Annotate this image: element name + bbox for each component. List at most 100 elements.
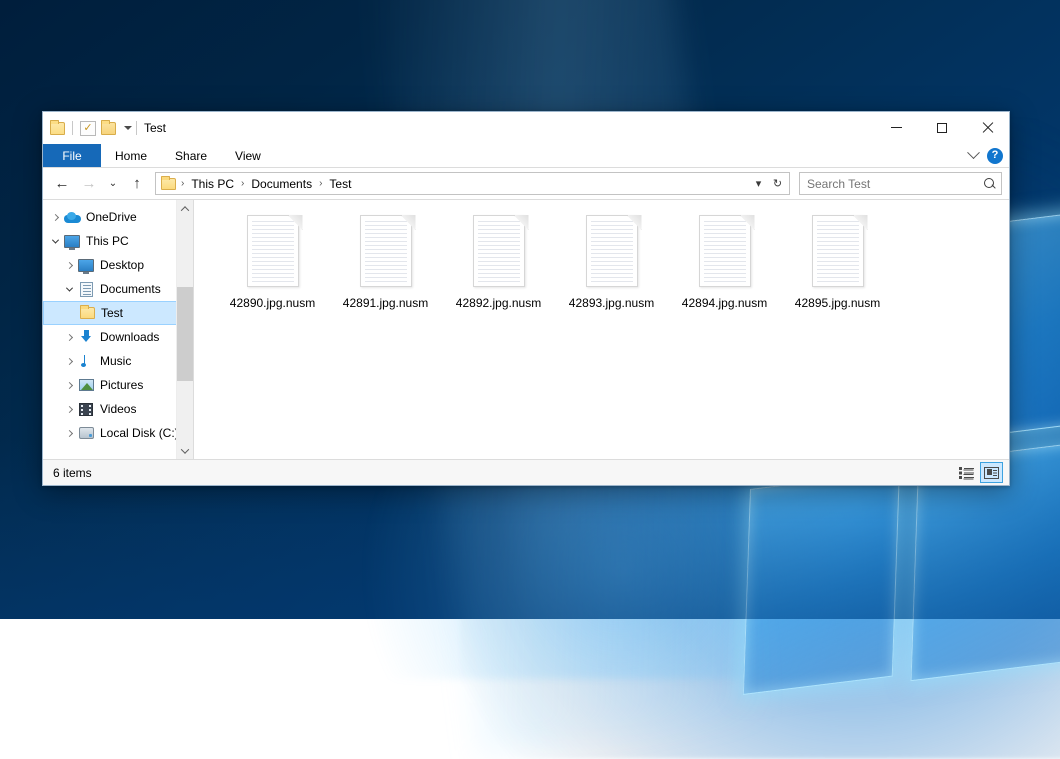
search-input[interactable] xyxy=(807,177,983,191)
file-name-label: 42891.jpg.nusm xyxy=(343,296,428,311)
generic-file-icon xyxy=(243,215,303,289)
expander-expanded-icon[interactable] xyxy=(61,277,77,301)
folder-icon xyxy=(78,305,96,321)
folder-icon[interactable] xyxy=(50,122,65,135)
sidebar-item-test[interactable]: Test xyxy=(43,301,193,325)
window-controls xyxy=(874,112,1009,144)
details-view-icon xyxy=(959,467,974,479)
maximize-icon xyxy=(937,123,947,133)
quick-access-toolbar: ✓ xyxy=(43,112,132,144)
address-dropdown-icon[interactable]: ▾ xyxy=(749,173,768,194)
up-button[interactable]: ↑ xyxy=(125,172,149,196)
folder-icon xyxy=(161,178,176,190)
list-item[interactable]: 42893.jpg.nusm xyxy=(555,212,668,330)
scroll-up-icon[interactable] xyxy=(177,200,194,217)
toolbar-separator xyxy=(72,121,73,135)
expander-collapsed-icon[interactable] xyxy=(47,205,63,229)
sidebar-item-music[interactable]: Music xyxy=(43,349,193,373)
videos-icon xyxy=(77,401,95,417)
close-icon xyxy=(981,122,993,134)
generic-file-icon xyxy=(582,215,642,289)
sidebar-item-local-disk-c[interactable]: Local Disk (C:) xyxy=(43,421,193,445)
pictures-icon xyxy=(77,377,95,393)
properties-checkmark-icon[interactable]: ✓ xyxy=(80,121,96,136)
tab-home[interactable]: Home xyxy=(101,144,161,167)
expander-collapsed-icon[interactable] xyxy=(61,253,77,277)
sidebar-item-onedrive[interactable]: OneDrive xyxy=(43,205,193,229)
file-name-label: 42895.jpg.nusm xyxy=(795,296,880,311)
expander-collapsed-icon[interactable] xyxy=(61,373,77,397)
recent-locations-button[interactable]: ⌄ xyxy=(104,172,122,196)
downloads-icon xyxy=(77,329,95,345)
list-item[interactable]: 42892.jpg.nusm xyxy=(442,212,555,330)
chevron-down-icon[interactable] xyxy=(967,146,980,159)
address-bar: ← → ⌄ ↑ › This PC › Documents › Test ▾ ↻ xyxy=(43,168,1009,199)
desktop-icon xyxy=(77,257,95,273)
forward-button[interactable]: → xyxy=(77,172,101,196)
tab-view[interactable]: View xyxy=(221,144,275,167)
search-box[interactable] xyxy=(799,172,1002,195)
scrollbar-thumb[interactable] xyxy=(177,287,194,382)
breadcrumb-item-test[interactable]: Test xyxy=(325,175,355,193)
sidebar-item-label: Test xyxy=(101,306,123,320)
breadcrumb-separator: › xyxy=(178,178,187,189)
list-item[interactable]: 42891.jpg.nusm xyxy=(329,212,442,330)
sidebar-item-label: Desktop xyxy=(100,258,144,272)
breadcrumb-item-documents[interactable]: Documents xyxy=(247,175,316,193)
onedrive-icon xyxy=(63,209,81,225)
help-icon[interactable]: ? xyxy=(987,148,1003,164)
list-item[interactable]: 42895.jpg.nusm xyxy=(781,212,894,330)
view-mode-buttons xyxy=(955,462,1003,483)
music-icon xyxy=(77,353,95,369)
breadcrumb-folder-icon xyxy=(161,178,176,190)
expander-collapsed-icon[interactable] xyxy=(61,421,77,445)
title-separator xyxy=(136,121,137,135)
sidebar-item-label: Local Disk (C:) xyxy=(100,426,179,440)
ribbon-tab-bar: File Home Share View ? xyxy=(43,144,1009,168)
sidebar-item-documents[interactable]: Documents xyxy=(43,277,193,301)
sidebar-item-label: Pictures xyxy=(100,378,143,392)
expander-collapsed-icon[interactable] xyxy=(61,325,77,349)
ribbon-right-controls: ? xyxy=(969,144,1003,167)
file-list-view[interactable]: 42890.jpg.nusm 42891.jpg.nusm 42892.jpg.… xyxy=(194,200,1009,459)
file-name-label: 42892.jpg.nusm xyxy=(456,296,541,311)
breadcrumb-item-this-pc[interactable]: This PC xyxy=(187,175,238,193)
refresh-icon[interactable]: ↻ xyxy=(768,173,787,194)
item-count-label: 6 items xyxy=(53,466,955,480)
scrollbar-track[interactable] xyxy=(177,217,194,442)
tab-share[interactable]: Share xyxy=(161,144,221,167)
sidebar-item-pictures[interactable]: Pictures xyxy=(43,373,193,397)
sidebar-item-label: Music xyxy=(100,354,131,368)
minimize-icon xyxy=(891,127,902,128)
sidebar-item-desktop[interactable]: Desktop xyxy=(43,253,193,277)
details-view-button[interactable] xyxy=(955,462,978,483)
breadcrumb-bar[interactable]: › This PC › Documents › Test ▾ ↻ xyxy=(155,172,790,195)
sidebar-item-downloads[interactable]: Downloads xyxy=(43,325,193,349)
documents-icon xyxy=(77,281,95,297)
sidebar-item-label: Downloads xyxy=(100,330,159,344)
expander-expanded-icon[interactable] xyxy=(47,229,63,253)
chevron-down-icon[interactable] xyxy=(124,126,132,130)
generic-file-icon xyxy=(808,215,868,289)
sidebar-scrollbar[interactable] xyxy=(176,200,193,459)
scroll-down-icon[interactable] xyxy=(177,442,194,459)
new-folder-icon[interactable] xyxy=(101,122,116,135)
close-button[interactable] xyxy=(964,112,1009,143)
list-item[interactable]: 42894.jpg.nusm xyxy=(668,212,781,330)
tab-file[interactable]: File xyxy=(43,144,101,167)
back-button[interactable]: ← xyxy=(50,172,74,196)
expander-collapsed-icon[interactable] xyxy=(61,397,77,421)
sidebar-item-videos[interactable]: Videos xyxy=(43,397,193,421)
sidebar-item-this-pc[interactable]: This PC xyxy=(43,229,193,253)
minimize-button[interactable] xyxy=(874,112,919,143)
breadcrumb: › This PC › Documents › Test xyxy=(161,175,749,193)
search-icon[interactable] xyxy=(983,177,997,191)
large-icons-view-button[interactable] xyxy=(980,462,1003,483)
title-bar[interactable]: ✓ Test xyxy=(43,112,1009,144)
list-item[interactable]: 42890.jpg.nusm xyxy=(216,212,329,330)
sidebar-item-label: Videos xyxy=(100,402,136,416)
sidebar-item-label: Documents xyxy=(100,282,161,296)
maximize-button[interactable] xyxy=(919,112,964,143)
expander-collapsed-icon[interactable] xyxy=(61,349,77,373)
breadcrumb-separator: › xyxy=(316,178,325,189)
